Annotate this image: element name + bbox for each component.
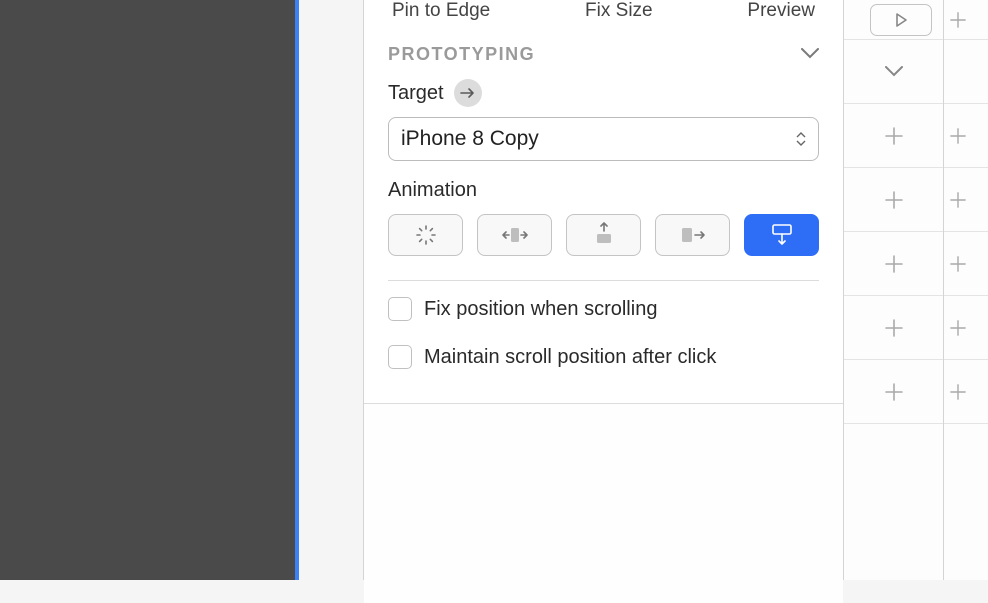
artboard-selection-edge <box>295 0 299 580</box>
right-side-panel <box>844 0 944 580</box>
select-stepper-icon <box>796 132 806 146</box>
animation-options <box>364 214 843 280</box>
maintain-scroll-checkbox[interactable] <box>388 345 412 369</box>
right-row-add-3[interactable] <box>844 232 943 296</box>
play-button[interactable] <box>870 4 932 36</box>
fix-position-checkbox-row[interactable]: Fix position when scrolling <box>364 281 843 325</box>
fix-position-label: Fix position when scrolling <box>424 298 657 321</box>
animation-label: Animation <box>388 179 477 201</box>
right-row-play <box>844 0 943 40</box>
extra-row-add-3[interactable] <box>944 232 988 296</box>
prototyping-section-header[interactable]: PROTOTYPING <box>364 22 843 79</box>
inspector-panel: Pin to Edge Fix Size Preview PROTOTYPING… <box>363 0 844 580</box>
extra-row-add-4[interactable] <box>944 296 988 360</box>
right-extra-panel <box>944 0 988 580</box>
animation-slide-up-button[interactable] <box>566 214 641 256</box>
right-row-collapse[interactable] <box>844 40 943 104</box>
fix-position-checkbox[interactable] <box>388 297 412 321</box>
target-link-icon[interactable] <box>454 79 482 107</box>
animation-slide-down-button[interactable] <box>744 214 819 256</box>
section-title: PROTOTYPING <box>388 44 535 65</box>
extra-row-add-1[interactable] <box>944 104 988 168</box>
target-label: Target <box>388 82 444 105</box>
extra-row-add-5[interactable] <box>944 360 988 424</box>
right-row-add-5[interactable] <box>844 360 943 424</box>
maintain-scroll-checkbox-row[interactable]: Maintain scroll position after click <box>364 325 843 373</box>
canvas-area[interactable] <box>0 0 295 580</box>
maintain-scroll-label: Maintain scroll position after click <box>424 346 716 369</box>
target-select[interactable]: iPhone 8 Copy <box>388 117 819 161</box>
right-row-add-1[interactable] <box>844 104 943 168</box>
extra-row-add-2[interactable] <box>944 168 988 232</box>
animation-slide-left-button[interactable] <box>477 214 552 256</box>
target-select-value: iPhone 8 Copy <box>401 127 539 151</box>
panel-empty-area <box>364 403 843 603</box>
extra-row-empty <box>944 40 988 104</box>
animation-none-button[interactable] <box>388 214 463 256</box>
tab-pin-to-edge[interactable]: Pin to Edge <box>384 0 498 22</box>
right-row-add-4[interactable] <box>844 296 943 360</box>
extra-row-add-0[interactable] <box>944 0 988 40</box>
chevron-down-icon <box>801 46 819 64</box>
resize-tabs: Pin to Edge Fix Size Preview <box>364 0 843 22</box>
right-row-add-2[interactable] <box>844 168 943 232</box>
animation-slide-right-button[interactable] <box>655 214 730 256</box>
tab-preview[interactable]: Preview <box>739 0 823 22</box>
tab-fix-size[interactable]: Fix Size <box>577 0 661 22</box>
